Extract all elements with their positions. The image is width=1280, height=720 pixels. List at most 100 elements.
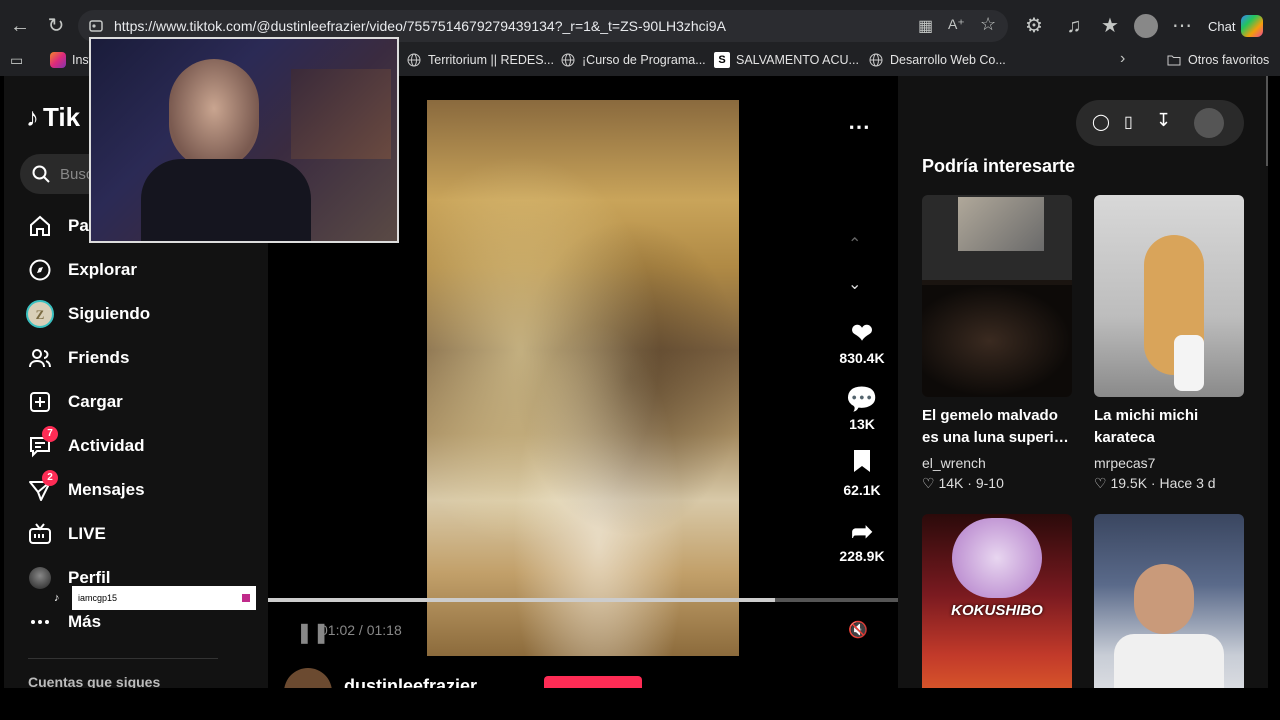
instagram-icon	[50, 52, 66, 68]
tooltip-text: iamcgp15	[78, 593, 118, 603]
card-title: La michi michi	[1094, 407, 1199, 424]
card-title: El gemelo malvado	[922, 407, 1058, 424]
heart-outline-icon: ♡	[1094, 475, 1107, 491]
apps-icon[interactable]: ▦	[918, 16, 933, 36]
globe-icon	[560, 52, 576, 68]
video-progress-bar[interactable]	[268, 598, 898, 602]
nav-messages[interactable]: 2 Mensajes	[24, 470, 145, 508]
card-thumbnail	[922, 195, 1072, 397]
bookmark-salvamento[interactable]: S SALVAMENTO ACU...	[714, 50, 859, 70]
recommended-card[interactable]	[1094, 514, 1244, 688]
profile-icon	[24, 562, 56, 594]
share-button[interactable]: ➦ 228.9K	[834, 514, 890, 564]
top-actions-pill: ◯ ▯ ↧	[1076, 100, 1244, 146]
card-overlay-text: KOKUSHIBO	[951, 602, 1043, 619]
recommended-card[interactable]: KOKUSHIBO	[922, 514, 1072, 688]
search-icon	[32, 165, 50, 183]
nav-following[interactable]: Z Siguiendo	[24, 296, 150, 332]
save-button[interactable]: 62.1K	[834, 448, 890, 498]
compass-icon	[24, 254, 56, 286]
next-video-chevron-down-icon[interactable]: ⌄	[848, 274, 861, 294]
comment-count: 13K	[849, 416, 875, 432]
bookmark-instagram[interactable]: Inst	[50, 50, 92, 70]
messages-icon: 2	[24, 470, 58, 506]
more-icon	[24, 606, 56, 638]
recommended-card[interactable]: El gemelo malvado es una luna superio...…	[922, 195, 1072, 492]
discover-icon[interactable]: ◯	[1092, 112, 1110, 132]
chat-label: Chat	[1208, 18, 1236, 34]
download-icon[interactable]: ↧	[1156, 110, 1171, 131]
webcam-overlay	[89, 37, 399, 243]
live-icon	[24, 518, 56, 550]
bookmarks-overflow-chevron-icon[interactable]: ›	[1120, 50, 1125, 68]
card-author[interactable]: mrpecas7	[1094, 455, 1244, 471]
recommendations-panel: ◯ ▯ ↧ Podría interesarte El gemelo malva…	[898, 76, 1268, 688]
heart-icon: ❤	[851, 318, 873, 348]
menu-dots-icon[interactable]: ⋯	[1170, 14, 1194, 38]
recommendations-heading: Podría interesarte	[922, 156, 1076, 176]
card-title-line2: karateca	[1094, 429, 1155, 446]
activity-icon: 7	[24, 426, 58, 462]
bookmark-curso[interactable]: ¡Curso de Programa...	[560, 50, 706, 70]
mute-icon[interactable]: 🔇	[848, 620, 868, 640]
nav-activity[interactable]: 7 Actividad	[24, 426, 145, 464]
bookmark-icon	[834, 448, 890, 482]
scrollbar-thumb[interactable]	[1266, 76, 1268, 166]
follow-button[interactable]	[544, 676, 642, 688]
like-count: 830.4K	[839, 350, 885, 366]
nav-friends[interactable]: Friends	[24, 340, 129, 376]
share-arrow-icon: ➦	[851, 516, 873, 546]
tiktok-logo[interactable]: ♪ Tik	[26, 102, 80, 133]
nav-live[interactable]: LIVE	[24, 516, 106, 552]
following-icon: Z	[24, 298, 56, 330]
card-thumbnail: KOKUSHIBO	[922, 514, 1072, 688]
profile-avatar[interactable]	[1134, 14, 1158, 38]
following-accounts-label: Cuentas que sigues	[28, 674, 161, 688]
tab-actions-icon[interactable]: ▭	[10, 52, 23, 69]
card-thumbnail	[1094, 514, 1244, 688]
favorites-icon[interactable]: ★	[1098, 14, 1122, 38]
video-time: 01:02 / 01:18	[320, 622, 402, 638]
favorite-star-icon[interactable]: ☆	[980, 14, 996, 35]
author-avatar[interactable]	[284, 668, 332, 688]
video-frame[interactable]	[427, 100, 739, 656]
like-button[interactable]: ❤ 830.4K	[834, 316, 890, 366]
share-count: 228.9K	[839, 548, 885, 564]
copilot-chat-button[interactable]: Chat	[1208, 10, 1264, 42]
bookmark-desarrollo-web[interactable]: Desarrollo Web Co...	[868, 50, 1006, 70]
save-count: 62.1K	[843, 482, 881, 498]
globe-icon	[406, 52, 422, 68]
reload-icon[interactable]: ↻	[44, 14, 68, 38]
sidebar-divider	[28, 658, 218, 659]
user-avatar[interactable]	[1194, 108, 1224, 138]
extensions-icon[interactable]: ⚙	[1022, 14, 1046, 38]
back-icon[interactable]: ←	[8, 14, 32, 38]
recommended-card[interactable]: La michi michi karateca mrpecas7 ♡ 19.5K…	[1094, 195, 1244, 492]
previous-video-chevron-up-icon[interactable]: ⌃	[848, 234, 861, 254]
card-title-line2: es una luna superio...	[922, 429, 1072, 446]
nav-home[interactable]: Par	[24, 208, 95, 244]
read-aloud-icon[interactable]: A⁺	[948, 16, 965, 33]
card-meta: ♡ 19.5K · Hace 3 d	[1094, 475, 1216, 491]
progress-fill	[268, 598, 776, 602]
svg-text:Z: Z	[36, 307, 45, 322]
split-screen-icon[interactable]: ♫	[1062, 14, 1086, 38]
phone-icon[interactable]: ▯	[1124, 112, 1133, 132]
nav-explore[interactable]: Explorar	[24, 252, 137, 288]
bookmark-other-favorites[interactable]: Otros favoritos	[1166, 50, 1269, 70]
s-icon: S	[714, 52, 730, 68]
upload-icon	[24, 386, 56, 418]
url-text: https://www.tiktok.com/@dustinleefrazier…	[114, 18, 726, 34]
nav-upload[interactable]: Cargar	[24, 384, 123, 420]
bookmark-territorium[interactable]: Territorium || REDES...	[406, 50, 554, 70]
messages-badge: 2	[42, 470, 58, 486]
more-options-icon[interactable]: ⋯	[848, 114, 870, 140]
site-info-icon[interactable]	[88, 18, 104, 34]
account-tooltip[interactable]: iamcgp15	[72, 586, 256, 610]
author-name[interactable]: dustinleefrazier	[344, 676, 477, 688]
comment-button[interactable]: 💬 13K	[834, 382, 890, 432]
tooltip-marker	[242, 594, 250, 602]
comment-icon: 💬	[845, 384, 879, 414]
globe-icon	[868, 52, 884, 68]
card-author[interactable]: el_wrench	[922, 455, 1072, 471]
